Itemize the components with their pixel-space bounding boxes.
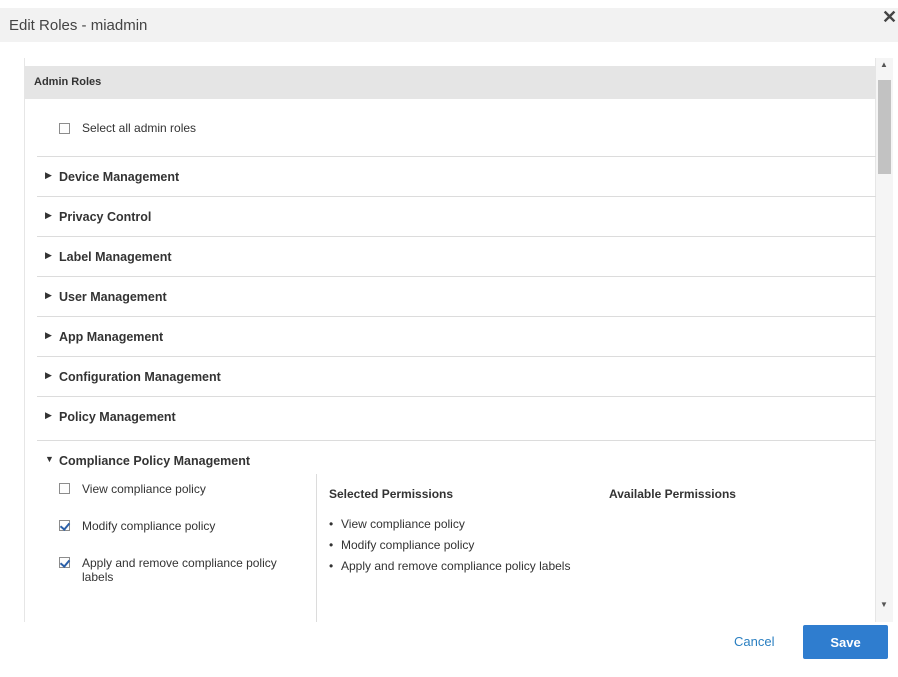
available-permissions-heading: Available Permissions xyxy=(609,487,736,501)
permission-label: View compliance policy xyxy=(82,482,206,496)
scroll-up-arrow-icon[interactable]: ▲ xyxy=(880,60,888,69)
column-divider xyxy=(316,474,317,622)
admin-roles-title: Admin Roles xyxy=(34,76,102,88)
expand-arrow-icon: ▶ xyxy=(45,370,52,380)
expand-arrow-icon: ▶ xyxy=(45,290,52,300)
section-app-management[interactable]: ▶ App Management xyxy=(37,316,876,356)
permission-label: Modify compliance policy xyxy=(82,519,216,533)
scroll-down-arrow-icon[interactable]: ▼ xyxy=(880,600,888,609)
list-item: Modify compliance policy xyxy=(329,536,579,554)
select-all-checkbox[interactable] xyxy=(59,122,70,134)
expand-arrow-icon: ▶ xyxy=(45,250,52,260)
list-item: Apply and remove compliance policy label… xyxy=(329,557,579,575)
role-sections: ▶ Device Management ▶ Privacy Control ▶ … xyxy=(37,156,876,436)
section-device-management[interactable]: ▶ Device Management xyxy=(37,156,876,196)
permission-checkbox[interactable] xyxy=(59,483,70,494)
expand-arrow-icon: ▶ xyxy=(45,210,52,220)
permission-modify-compliance-policy[interactable]: Modify compliance policy xyxy=(59,519,292,533)
dialog-title: Edit Roles - miadmin xyxy=(9,17,148,34)
permission-label: Apply and remove compliance policy label… xyxy=(82,556,277,584)
expand-arrow-icon: ▶ xyxy=(45,170,52,180)
save-button[interactable]: Save xyxy=(803,625,888,659)
scroll-thumb[interactable] xyxy=(878,80,891,174)
vertical-scrollbar[interactable]: ▲ ▼ xyxy=(876,58,893,622)
section-privacy-control[interactable]: ▶ Privacy Control xyxy=(37,196,876,236)
list-item: View compliance policy xyxy=(329,515,579,533)
section-label: Configuration Management xyxy=(59,370,221,384)
close-icon[interactable]: ✕ xyxy=(882,7,898,28)
section-label[interactable]: Compliance Policy Management xyxy=(59,454,250,468)
collapse-arrow-icon[interactable]: ▼ xyxy=(45,454,54,464)
section-user-management[interactable]: ▶ User Management xyxy=(37,276,876,316)
admin-roles-card: Admin Roles Select all admin roles ▶ Dev… xyxy=(24,58,876,622)
dialog-title-bar: Edit Roles - miadmin xyxy=(0,8,898,42)
expand-arrow-icon: ▶ xyxy=(45,410,52,420)
section-label-management[interactable]: ▶ Label Management xyxy=(37,236,876,276)
permission-apply-remove-labels[interactable]: Apply and remove compliance policy label… xyxy=(59,556,292,584)
select-all-label: Select all admin roles xyxy=(82,121,197,135)
section-label: Label Management xyxy=(59,250,172,264)
permission-checkbox[interactable] xyxy=(59,557,70,568)
section-compliance-policy-management: ▼ Compliance Policy Management View comp… xyxy=(37,440,876,622)
selected-permissions-heading: Selected Permissions xyxy=(329,487,454,501)
section-label: Privacy Control xyxy=(59,210,152,224)
selected-permissions-list: View compliance policy Modify compliance… xyxy=(329,515,579,578)
section-label: Device Management xyxy=(59,170,180,184)
roles-scroll-panel: Admin Roles Select all admin roles ▶ Dev… xyxy=(0,58,898,622)
cancel-button[interactable]: Cancel xyxy=(734,634,774,649)
section-configuration-management[interactable]: ▶ Configuration Management xyxy=(37,356,876,396)
section-label: User Management xyxy=(59,290,167,304)
permission-view-compliance-policy[interactable]: View compliance policy xyxy=(59,482,292,496)
admin-roles-header: Admin Roles xyxy=(25,66,876,99)
section-label: App Management xyxy=(59,330,164,344)
select-all-admin-roles[interactable]: Select all admin roles xyxy=(59,121,196,135)
permission-checkbox[interactable] xyxy=(59,520,70,531)
expand-arrow-icon: ▶ xyxy=(45,330,52,340)
section-policy-management[interactable]: ▶ Policy Management xyxy=(37,396,876,436)
section-label: Policy Management xyxy=(59,410,176,424)
